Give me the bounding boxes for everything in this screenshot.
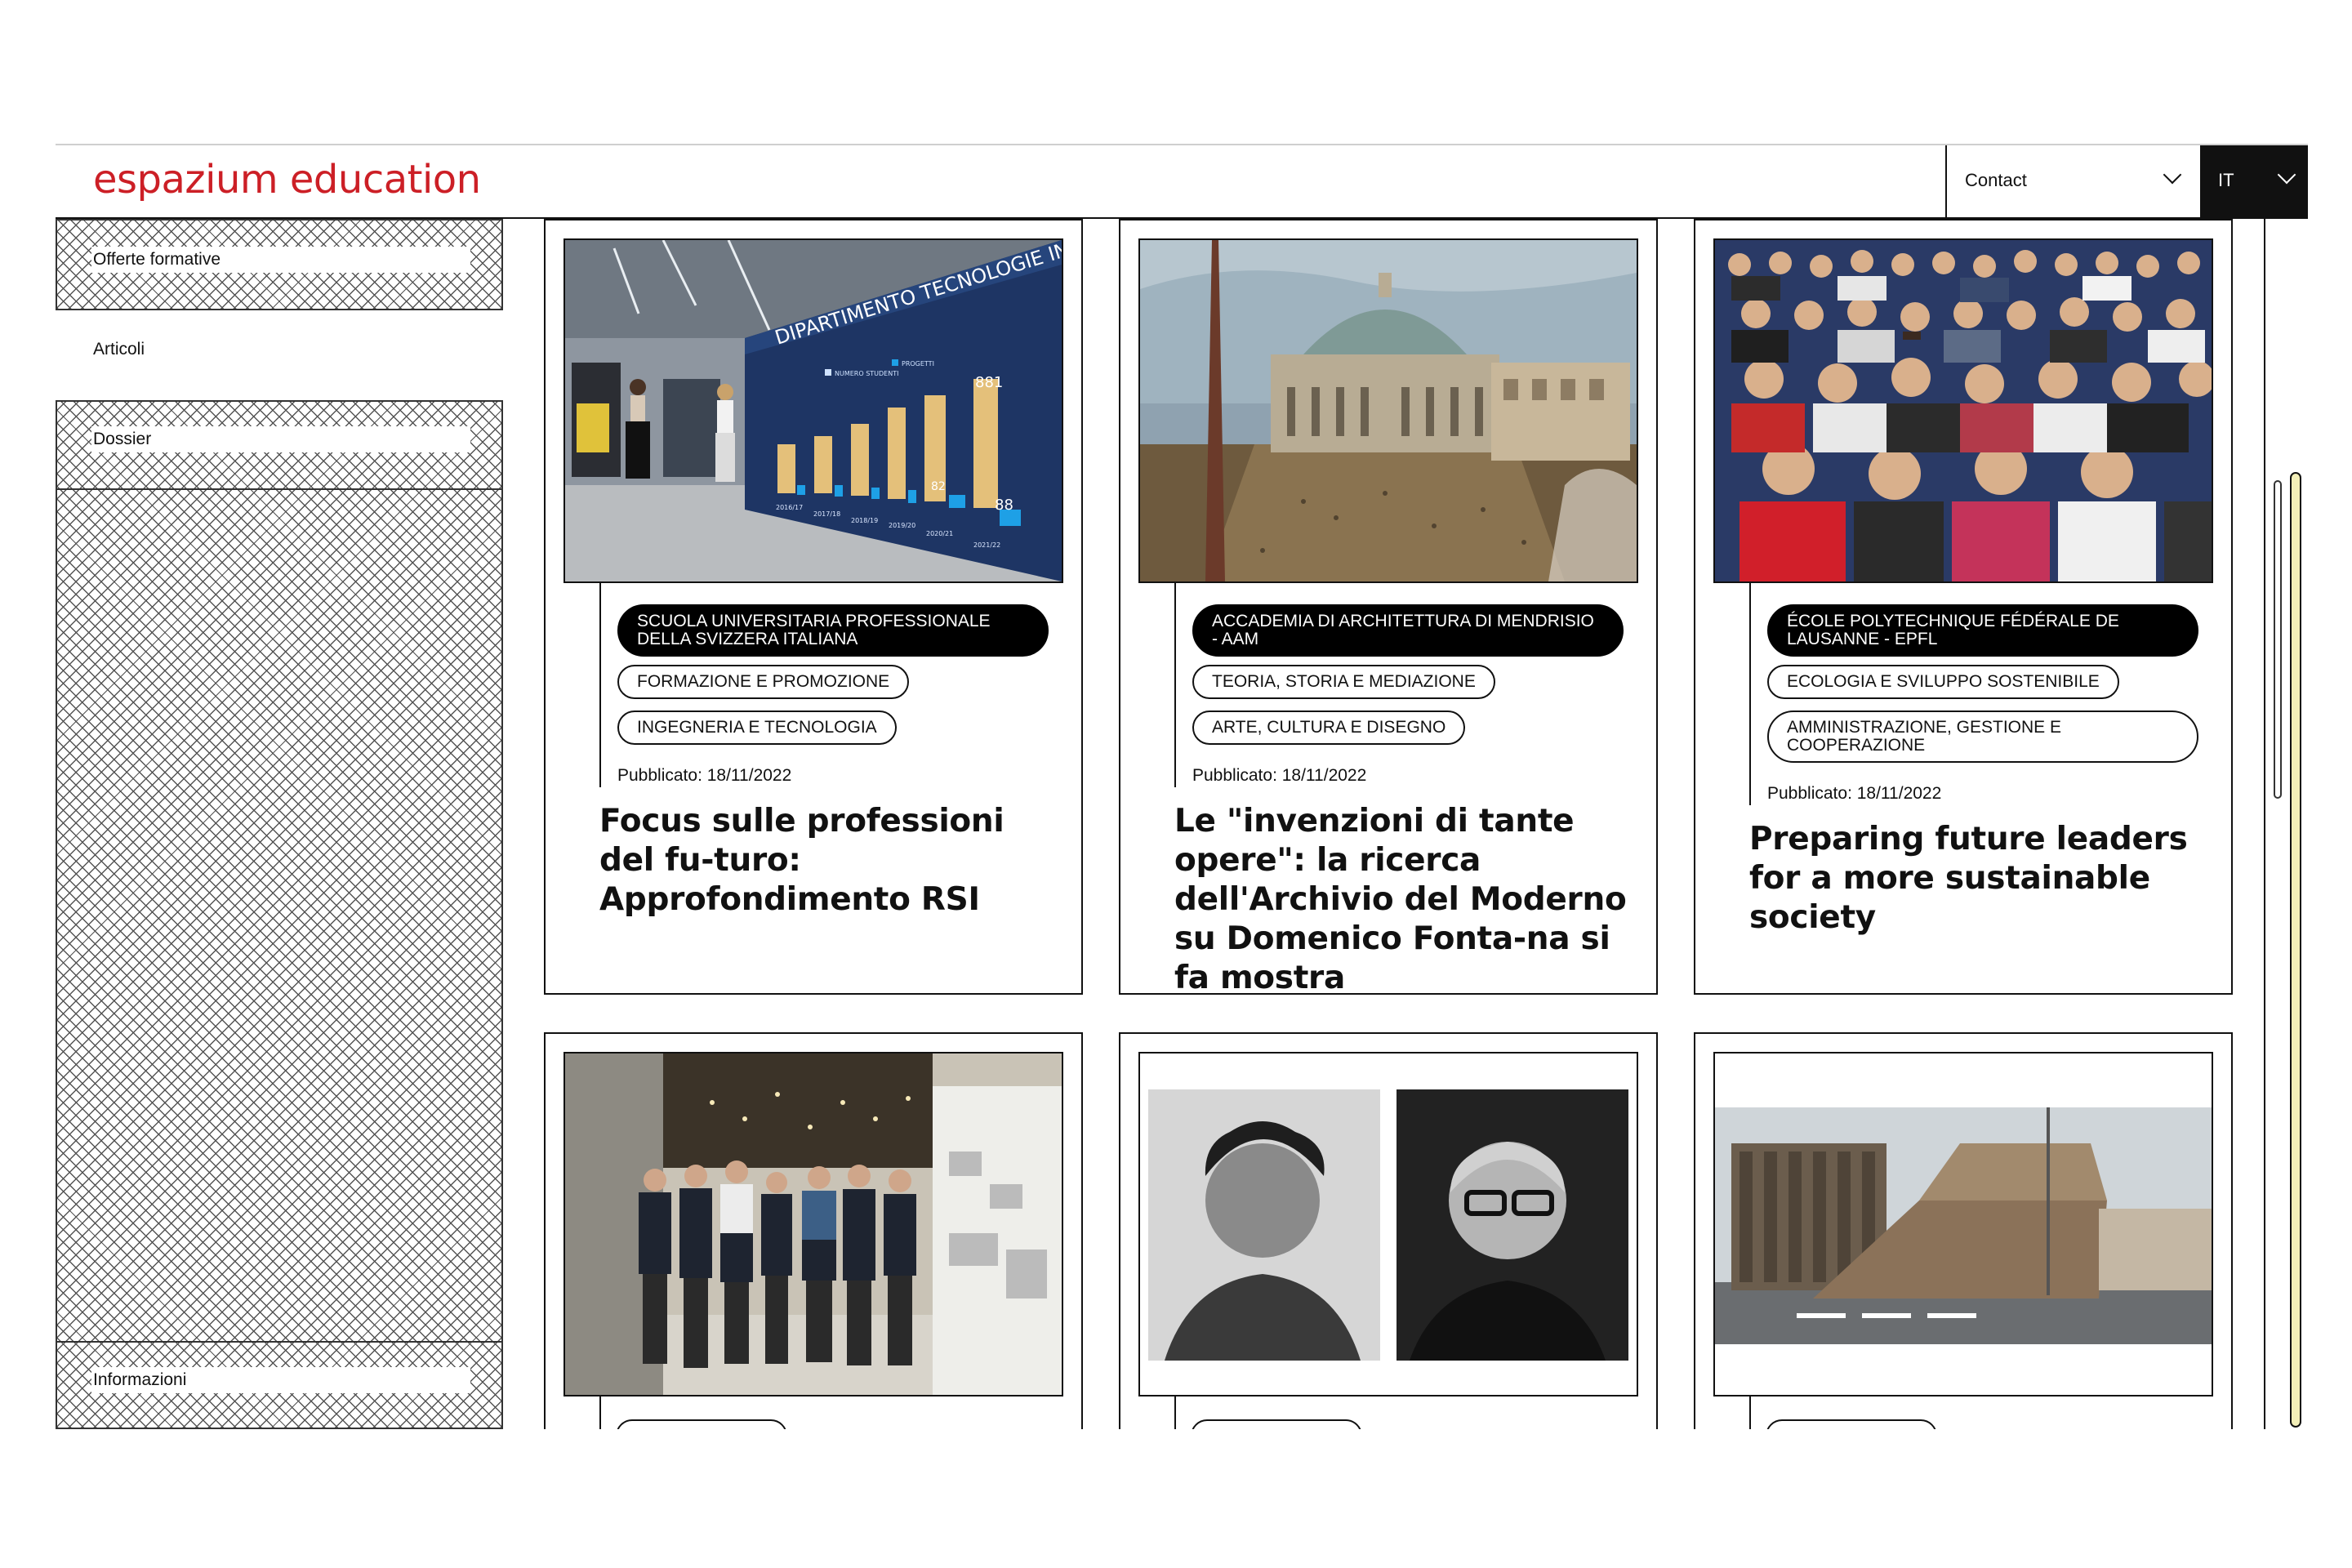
article-card-supsi[interactable]: DIPARTIMENTO TECNOLOGIE INNOVATIVE SUPSI… [544, 219, 1083, 995]
sidebar-item-informazioni[interactable]: Informazioni [56, 1361, 503, 1393]
article-image-portraits [1138, 1052, 1638, 1396]
sidebar-item-label: Offerte formative [93, 250, 221, 269]
lab-photo: DIPARTIMENTO TECNOLOGIE INNOVATIVE SUPSI… [565, 240, 1062, 581]
header: espazium education Contact IT [56, 145, 2308, 219]
category-tag-partial[interactable] [1766, 1419, 1937, 1429]
published-date: Pubblicato: 18/11/2022 [1767, 784, 1942, 803]
portraits-photo [1140, 1054, 1637, 1395]
sidebar: Offerte formative Articoli Dossier Infor… [56, 219, 503, 1429]
year-label: 2018/19 [851, 517, 878, 524]
category-tag[interactable]: AMMINISTRAZIONE, GESTIONE E COOPERAZIONE [1767, 710, 2198, 763]
published-date: Pubblicato: 18/11/2022 [1192, 766, 1367, 785]
card-rule [599, 583, 601, 787]
contact-label: Contact [1965, 170, 2027, 190]
painting-photo [1140, 240, 1637, 581]
building-render [1715, 1054, 2212, 1395]
card-rule [599, 1396, 601, 1429]
card-rule [1174, 1396, 1176, 1429]
article-card[interactable] [1119, 1032, 1658, 1429]
group-photo [565, 1054, 1062, 1395]
divider [56, 488, 503, 490]
category-tag[interactable]: ECOLOGIA E SVILUPPO SOSTENIBILE [1767, 665, 2119, 699]
chevron-down-icon [2277, 165, 2296, 185]
article-title[interactable]: Preparing future leaders for a more sust… [1749, 820, 2215, 938]
year-label: 2016/17 [776, 504, 803, 511]
scrollbar-thumb[interactable] [2274, 480, 2282, 799]
bar-label: 881 [975, 374, 1003, 391]
card-rule [1749, 583, 1751, 805]
card-rule [1174, 583, 1176, 787]
year-label: 2021/22 [973, 541, 1000, 549]
legend-projects: PROGETTI [902, 360, 934, 368]
institution-badge[interactable]: ÉCOLE POLYTECHNIQUE FÉDÉRALE DE LAUSANNE… [1767, 604, 2198, 657]
article-image-group [564, 1052, 1063, 1396]
sidebar-item-offerte-formative[interactable]: Offerte formative [56, 240, 503, 273]
category-tag[interactable]: INGEGNERIA E TECNOLOGIA [617, 710, 897, 745]
bar-label: 88 [995, 497, 1013, 514]
article-card-aam[interactable]: ACCADEMIA DI ARCHITETTURA DI MENDRISIO -… [1119, 219, 1658, 995]
sidebar-item-label: Informazioni [93, 1370, 187, 1389]
auditorium-photo [1715, 240, 2212, 581]
content-edge [2264, 219, 2265, 1429]
category-tag[interactable]: TEORIA, STORIA E MEDIAZIONE [1192, 665, 1495, 699]
scrollbar-track[interactable] [2290, 472, 2301, 1428]
sidebar-item-dossier[interactable]: Dossier [56, 420, 503, 452]
bar-label: 82 [931, 480, 946, 493]
institution-badge[interactable]: SCUOLA UNIVERSITARIA PROFESSIONALE DELLA… [617, 604, 1049, 657]
sidebar-section-dossier [56, 400, 503, 1429]
app-frame: espazium education Contact IT Offerte fo… [56, 145, 2308, 1429]
legend-students: NUMERO STUDENTI [835, 370, 898, 377]
article-title[interactable]: Focus sulle professioni del fu-turo: App… [599, 802, 1065, 920]
article-title[interactable]: Le "invenzioni di tante opere": la ricer… [1174, 802, 1640, 993]
article-image-lab: DIPARTIMENTO TECNOLOGIE INNOVATIVE SUPSI… [564, 238, 1063, 583]
sidebar-item-articoli[interactable]: Articoli [56, 330, 503, 363]
category-tag-partial[interactable] [616, 1419, 787, 1429]
institution-badge[interactable]: ACCADEMIA DI ARCHITETTURA DI MENDRISIO -… [1192, 604, 1624, 657]
sidebar-item-label: Dossier [93, 430, 152, 448]
article-image-painting [1138, 238, 1638, 583]
year-label: 2017/18 [813, 510, 840, 518]
article-card[interactable] [1694, 1032, 2233, 1429]
article-image-building [1713, 1052, 2213, 1396]
divider [56, 1341, 503, 1343]
site-logo[interactable]: espazium education [93, 157, 481, 203]
card-rule [1749, 1396, 1751, 1429]
category-tag-partial[interactable] [1191, 1419, 1362, 1429]
category-tag[interactable]: FORMAZIONE E PROMOZIONE [617, 665, 910, 699]
language-selector[interactable]: IT [2200, 145, 2308, 217]
article-card[interactable] [544, 1032, 1083, 1429]
contact-dropdown[interactable]: Contact [1945, 145, 2200, 217]
article-image-auditorium [1713, 238, 2213, 583]
sidebar-item-label: Articoli [93, 340, 145, 359]
published-date: Pubblicato: 18/11/2022 [617, 766, 792, 785]
category-tag[interactable]: ARTE, CULTURA E DISEGNO [1192, 710, 1466, 745]
article-card-epfl[interactable]: ÉCOLE POLYTECHNIQUE FÉDÉRALE DE LAUSANNE… [1694, 219, 2233, 995]
year-label: 2020/21 [926, 530, 953, 537]
year-label: 2019/20 [889, 522, 915, 529]
chevron-down-icon [2163, 165, 2182, 185]
language-label: IT [2218, 170, 2234, 190]
